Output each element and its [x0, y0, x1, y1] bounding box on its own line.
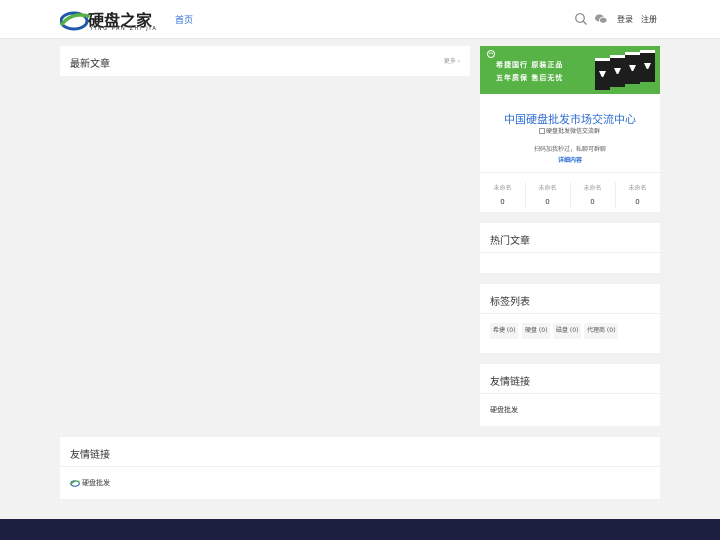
stat-value: 0	[545, 198, 550, 206]
tags-title: 标签列表	[490, 297, 530, 308]
divider	[60, 466, 660, 467]
stat-item: 未命名 0	[570, 183, 615, 206]
drive-box	[640, 50, 655, 82]
top-header: 硬盘之家 YING PAN ZHI JIA 首页 登录 注册	[0, 0, 720, 39]
tags-card: 标签列表	[480, 284, 660, 353]
tag-item[interactable]: 代理商 (0)	[584, 323, 619, 339]
drive-box	[595, 58, 610, 90]
friend-links-bottom-card: 友情链接	[60, 437, 660, 499]
login-link[interactable]: 登录	[617, 14, 633, 25]
page-footer	[0, 519, 720, 540]
drive-box	[610, 55, 625, 87]
seagate-logo-icon	[487, 50, 495, 58]
stat-label: 未命名	[538, 185, 557, 192]
promo-banner[interactable]: 希捷国行 原装正品 五年质保 售后无忧	[480, 46, 660, 94]
divider	[480, 393, 660, 394]
stat-value: 0	[500, 198, 505, 206]
friend-links-side-card: 友情链接	[480, 364, 660, 426]
site-logo[interactable]: 硬盘之家 YING PAN ZHI JIA	[60, 6, 160, 34]
tag-item[interactable]: 希捷 (0)	[490, 323, 519, 339]
friend-link-logo-icon	[70, 480, 80, 487]
stat-item: 未命名 0	[615, 183, 660, 206]
stat-label: 未命名	[493, 185, 512, 192]
broken-image-icon	[539, 128, 545, 134]
more-link[interactable]: 更多 ›	[444, 56, 460, 65]
banner-line-1: 希捷国行 原装正品	[496, 61, 564, 69]
friend-links-side-title: 友情链接	[490, 377, 530, 388]
drive-box	[625, 52, 640, 84]
stat-item: 未命名 0	[480, 183, 525, 206]
hot-articles-card: 热门文章	[480, 223, 660, 273]
search-icon[interactable]	[574, 12, 588, 26]
tag-item[interactable]: 硬盘 (0)	[522, 323, 551, 339]
divider	[480, 313, 660, 314]
stat-label: 未命名	[583, 185, 602, 192]
latest-articles-title: 最新文章	[70, 59, 110, 70]
divider	[480, 252, 660, 253]
stat-value: 0	[590, 198, 595, 206]
detail-link[interactable]: 详细内容	[480, 155, 660, 164]
banner-line-2: 五年质保 售后无忧	[496, 74, 564, 82]
logo-swoosh-icon	[60, 11, 90, 31]
latest-articles-card: 最新文章 更多 ›	[60, 46, 470, 76]
register-link[interactable]: 注册	[641, 14, 657, 25]
wechat-icon[interactable]	[594, 12, 608, 26]
divider	[480, 172, 660, 173]
promo-title[interactable]: 中国硬盘批发市场交流中心	[480, 111, 660, 127]
stat-item: 未命名 0	[525, 183, 570, 206]
stat-value: 0	[635, 198, 640, 206]
friend-link[interactable]: 硬盘批发	[82, 478, 110, 488]
friend-links-bottom-title: 友情链接	[70, 450, 110, 461]
hot-articles-title: 热门文章	[490, 236, 530, 247]
logo-subtitle: YING PAN ZHI JIA	[90, 26, 158, 32]
nav-home[interactable]: 首页	[175, 13, 193, 26]
stat-label: 未命名	[628, 185, 647, 192]
tag-item[interactable]: 磁盘 (0)	[553, 323, 582, 339]
qr-image-placeholder: 硬盘批发微信交流群	[539, 126, 600, 135]
friend-link[interactable]: 硬盘批发	[490, 405, 518, 415]
qr-image-alt: 硬盘批发微信交流群	[546, 128, 601, 135]
promo-description: 扫码加我秒过，私聊可群聊	[533, 146, 606, 153]
